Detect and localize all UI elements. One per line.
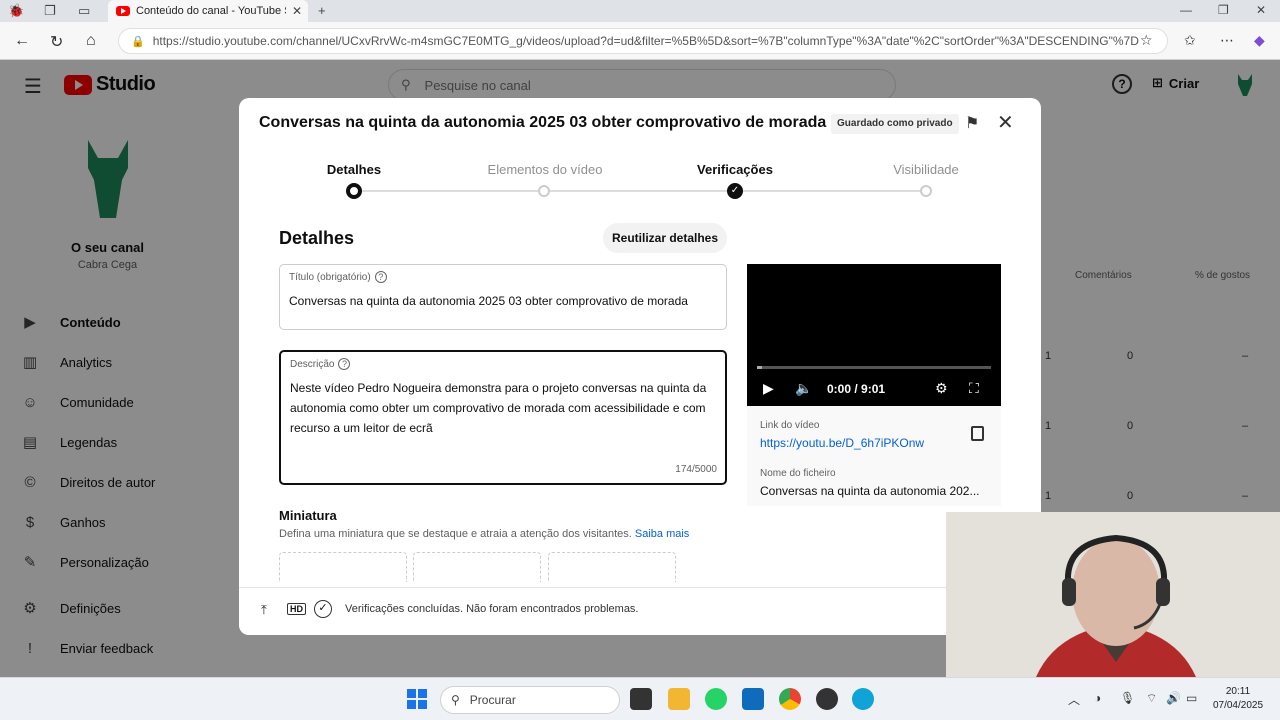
help-icon[interactable]: ?: [338, 358, 351, 370]
reuse-details-button[interactable]: Reutilizar detalhes: [603, 223, 727, 253]
lock-icon: 🔒: [131, 35, 145, 48]
back-icon[interactable]: ←: [14, 32, 30, 50]
filename-label: Nome do ficheiro: [760, 468, 836, 479]
tab-close-icon[interactable]: ✕: [292, 4, 302, 18]
reload-icon[interactable]: ↻: [50, 32, 63, 52]
video-preview[interactable]: ▶ 🔈 0:00 / 9:01 ⚙ ⛶: [747, 264, 1001, 406]
dialog-title: Conversas na quinta da autonomia 2025 03…: [259, 114, 827, 131]
system-clock[interactable]: 20:11 07/04/2025: [1206, 685, 1270, 713]
browser-tab-bar: 🐞 ❐ ▭ Conteúdo do canal - YouTube Stu ✕ …: [0, 0, 1280, 22]
more-menu-icon[interactable]: ⋯: [1220, 32, 1234, 49]
step-video-elements-dot: [538, 185, 550, 197]
address-bar-row: ← ↻ ⌂ 🔒 https://studio.youtube.com/chann…: [0, 22, 1280, 60]
favorite-star-icon[interactable]: ☆: [1140, 32, 1153, 49]
video-link[interactable]: https://youtu.be/D_6h7iPKOnw: [760, 436, 924, 450]
thumbnail-title: Miniatura: [279, 508, 337, 523]
thumbnail-test-slot[interactable]: [548, 552, 676, 582]
tab-actions-icon[interactable]: ▭: [78, 3, 90, 19]
outlook-icon[interactable]: [742, 688, 764, 710]
webcam-overlay: [946, 512, 1280, 677]
video-info-panel: Link do vídeo https://youtu.be/D_6h7iPKO…: [747, 406, 1001, 506]
step-video-elements[interactable]: Elementos do vídeo: [475, 162, 615, 177]
video-link-label: Link do vídeo: [760, 420, 820, 431]
check-icon: ✓: [727, 183, 743, 199]
windows-start-icon[interactable]: [406, 688, 428, 710]
play-icon[interactable]: ▶: [763, 380, 774, 397]
url-input[interactable]: 🔒 https://studio.youtube.com/channel/UCx…: [118, 28, 1168, 54]
clock-date: 07/04/2025: [1212, 700, 1264, 711]
window-close-icon[interactable]: ✕: [1256, 3, 1266, 17]
video-progress-bar[interactable]: [757, 366, 991, 369]
url-text: https://studio.youtube.com/channel/UCxvR…: [152, 34, 1139, 48]
close-icon[interactable]: ✕: [997, 110, 1014, 135]
search-icon: ⚲: [451, 693, 460, 707]
video-progress-fill: [757, 366, 762, 369]
step-details[interactable]: Detalhes: [284, 162, 424, 177]
task-view-icon[interactable]: [630, 688, 652, 710]
upload-stepper: Detalhes Elementos do vídeo Verificações…: [239, 160, 1041, 205]
chrome-icon[interactable]: [779, 688, 801, 710]
favorites-icon[interactable]: ✩: [1184, 32, 1196, 49]
description-field[interactable]: Descrição ? Neste vídeo Pedro Nogueira d…: [279, 350, 727, 485]
browser-profile-icon[interactable]: 🐞: [8, 3, 24, 19]
description-label-text: Descrição: [290, 358, 335, 370]
taskbar-search-label: Procurar: [469, 693, 516, 707]
new-tab-icon[interactable]: +: [318, 3, 326, 18]
step-visibility[interactable]: Visibilidade: [856, 162, 996, 177]
filename-value: Conversas na quinta da autonomia 202...: [760, 484, 980, 498]
dialog-footer: ⤒ HD ✓ Verificações concluídas. Não fora…: [239, 587, 1041, 635]
description-field-label: Descrição ?: [290, 358, 351, 370]
windows-taskbar: ⚲ Procurar ︿ ◑ 🎙 ⌔ 🔊 ▭ 20:11 07/04/2025: [0, 677, 1280, 720]
maximize-icon[interactable]: ❐: [1218, 3, 1229, 17]
edge-icon[interactable]: [852, 688, 874, 710]
stepper-track: [354, 190, 926, 192]
report-issue-icon[interactable]: ⚑: [965, 113, 979, 133]
minimize-icon[interactable]: —: [1180, 3, 1192, 17]
footer-status-text: Verificações concluídas. Não foram encon…: [345, 603, 639, 615]
file-explorer-icon[interactable]: [668, 688, 690, 710]
taskbar-search[interactable]: ⚲ Procurar: [440, 686, 620, 714]
app-icon[interactable]: [816, 688, 838, 710]
video-settings-icon[interactable]: ⚙: [935, 380, 948, 397]
microphone-icon[interactable]: 🎙: [1120, 691, 1135, 705]
learn-more-link[interactable]: Saiba mais: [635, 528, 689, 540]
check-circle-icon: ✓: [314, 600, 332, 618]
workspaces-icon[interactable]: ❐: [44, 3, 56, 19]
description-value: Neste vídeo Pedro Nogueira demonstra par…: [290, 381, 707, 435]
fullscreen-icon[interactable]: ⛶: [969, 380, 979, 397]
clock-time: 20:11: [1225, 686, 1251, 697]
step-visibility-dot: [920, 185, 932, 197]
step-details-dot: [346, 183, 362, 199]
thumbnail-description-text: Defina uma miniatura que se destaque e a…: [279, 528, 632, 540]
speaker-icon[interactable]: 🔊: [1166, 691, 1181, 705]
title-field[interactable]: Título (obrigatório) ? Conversas na quin…: [279, 264, 727, 330]
whatsapp-icon[interactable]: [705, 688, 727, 710]
show-hidden-icons-icon[interactable]: ︿: [1068, 691, 1080, 708]
thumbnail-auto-slot[interactable]: [413, 552, 541, 582]
home-icon[interactable]: ⌂: [86, 32, 96, 50]
hd-icon: HD: [287, 603, 306, 615]
copy-icon[interactable]: [971, 426, 984, 441]
upload-icon: ⤒: [261, 602, 267, 617]
title-value: Conversas na quinta da autonomia 2025 03…: [289, 294, 688, 308]
upload-details-dialog: Conversas na quinta da autonomia 2025 03…: [239, 98, 1041, 635]
video-time: 0:00 / 9:01: [827, 382, 886, 396]
character-counter: 174/5000: [675, 464, 717, 475]
tab-title: Conteúdo do canal - YouTube Stu: [136, 5, 286, 17]
title-label-text: Título (obrigatório): [289, 271, 371, 283]
battery-icon[interactable]: ▭: [1186, 691, 1197, 705]
thumbnail-description: Defina uma miniatura que se destaque e a…: [279, 528, 689, 540]
help-icon[interactable]: ?: [374, 271, 387, 283]
step-checks[interactable]: Verificações: [665, 162, 805, 177]
browser-tab-active[interactable]: Conteúdo do canal - YouTube Stu ✕: [108, 0, 308, 22]
thumbnail-upload-slot[interactable]: [279, 552, 407, 582]
youtube-favicon-icon: [116, 6, 130, 16]
wifi-icon[interactable]: ⌔: [1146, 691, 1157, 706]
title-field-label: Título (obrigatório) ?: [289, 271, 387, 283]
volume-icon[interactable]: 🔈: [795, 380, 812, 397]
network-app-icon[interactable]: ◑: [1094, 691, 1101, 705]
copilot-icon[interactable]: ◆: [1254, 32, 1265, 49]
saved-status-badge: Guardado como privado: [831, 114, 959, 134]
section-title: Detalhes: [279, 228, 355, 248]
